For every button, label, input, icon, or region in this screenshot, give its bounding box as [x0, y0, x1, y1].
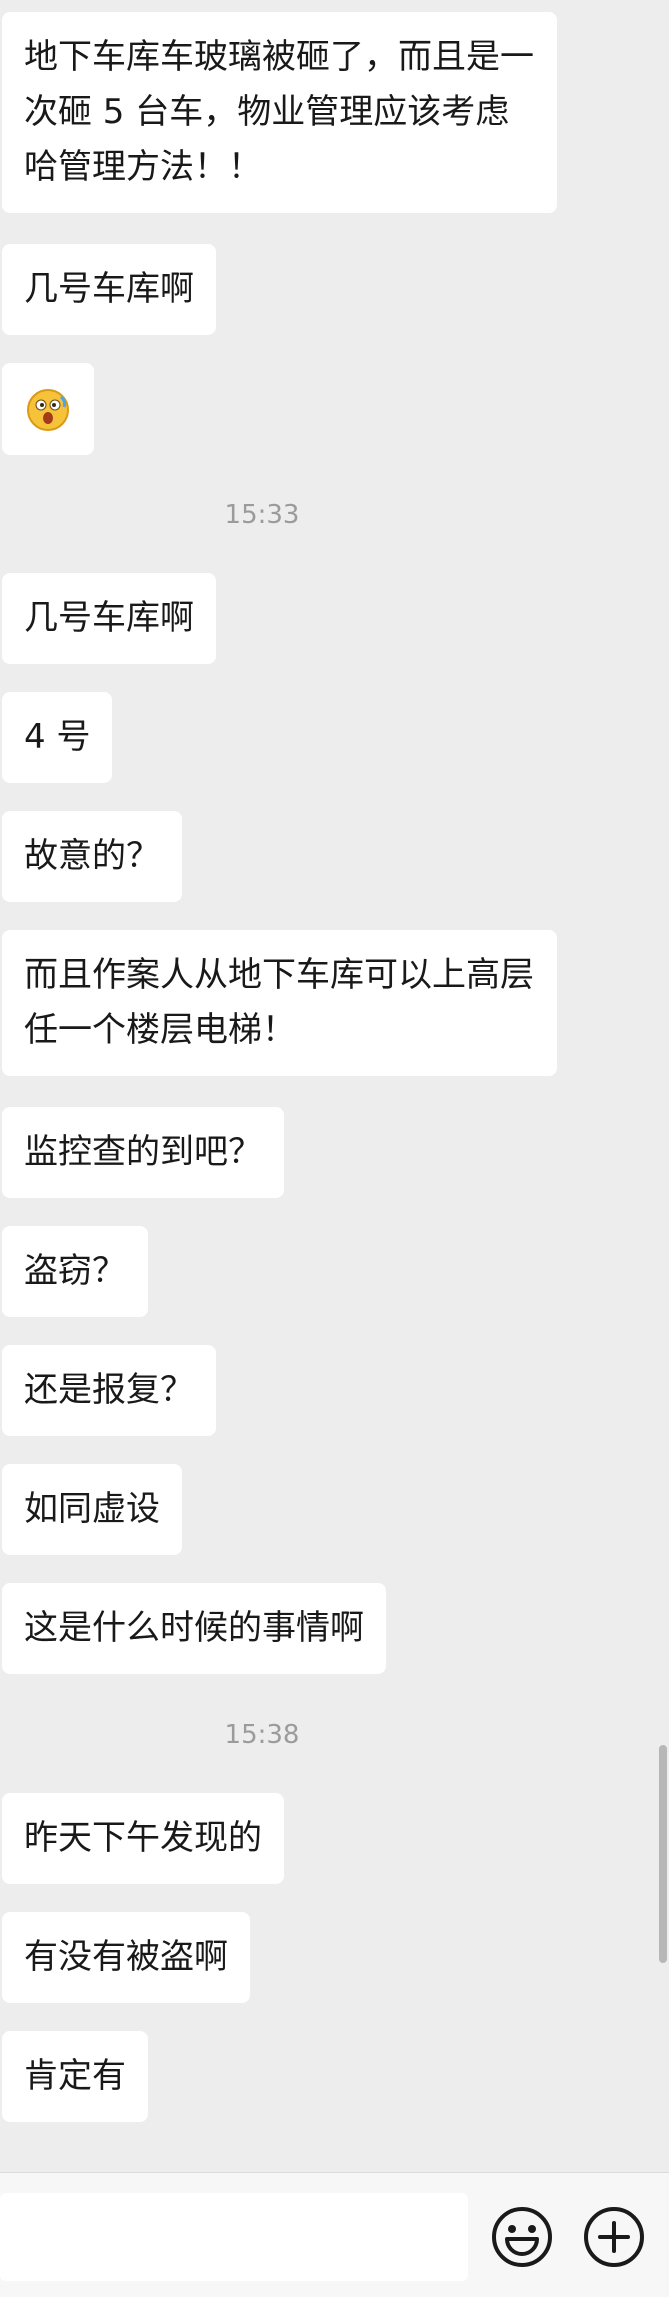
message-bubble[interactable]: 盗窃？	[2, 1226, 148, 1317]
scrollbar-thumb[interactable]	[659, 1745, 667, 1963]
message-bubble[interactable]: 而且作案人从地下车库可以上高层任一个楼层电梯！	[2, 930, 557, 1076]
message-bubble[interactable]: 肯定有	[2, 2031, 148, 2122]
message-bubble[interactable]: 这是什么时候的事情啊	[2, 1583, 386, 1674]
surprised-face-emoji	[27, 389, 69, 431]
message-bubble[interactable]: 几号车库啊	[2, 573, 216, 664]
message-input[interactable]	[0, 2193, 468, 2281]
message-bubble[interactable]: 昨天下午发现的	[2, 1793, 284, 1884]
message-bubble[interactable]: 地下车库车玻璃被砸了，而且是一次砸 5 台车，物业管理应该考虑哈管理方法！！	[2, 12, 557, 213]
emoji-message-bubble[interactable]	[2, 363, 94, 455]
timestamp: 15:33	[224, 500, 300, 530]
message-bubble[interactable]: 几号车库啊	[2, 244, 216, 335]
smiley-face-icon[interactable]	[490, 2205, 554, 2269]
chat-message-list[interactable]: 地下车库车玻璃被砸了，而且是一次砸 5 台车，物业管理应该考虑哈管理方法！！ 几…	[0, 0, 669, 2172]
message-bubble[interactable]: 如同虚设	[2, 1464, 182, 1555]
message-bubble[interactable]: 监控查的到吧？	[2, 1107, 284, 1198]
input-bar	[0, 2172, 669, 2297]
message-bubble[interactable]: 还是报复？	[2, 1345, 216, 1436]
message-bubble[interactable]: 有没有被盗啊	[2, 1912, 250, 2003]
message-bubble[interactable]: 4 号	[2, 692, 113, 783]
plus-circle-icon[interactable]	[582, 2205, 646, 2269]
timestamp: 15:38	[224, 1720, 300, 1750]
message-bubble[interactable]: 故意的？	[2, 811, 182, 902]
